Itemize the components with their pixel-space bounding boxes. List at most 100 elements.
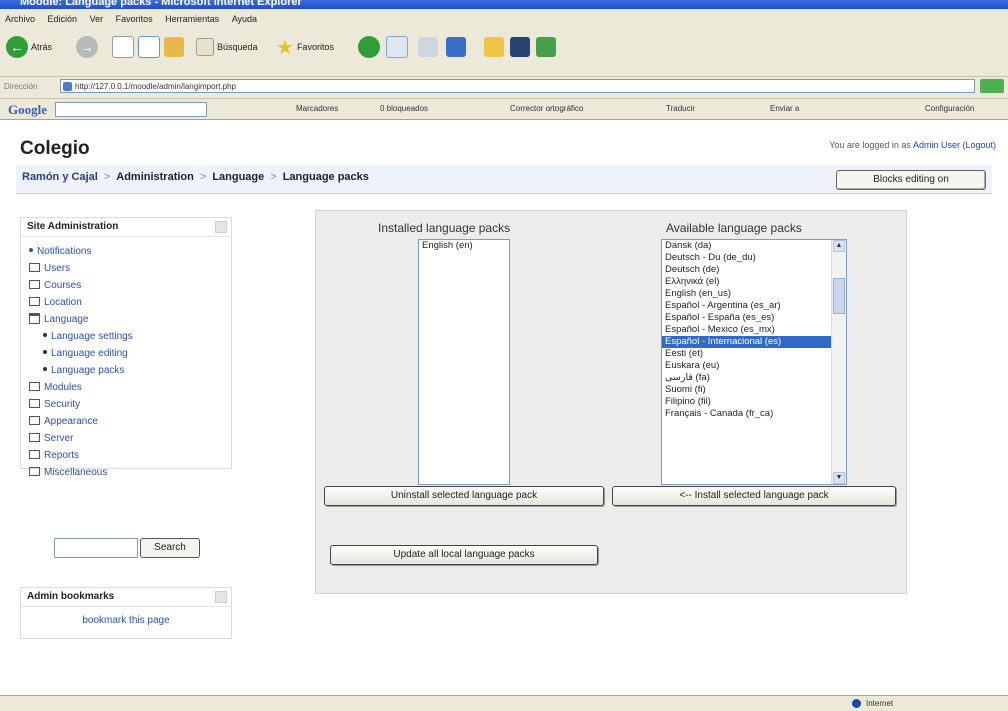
breadcrumb-language[interactable]: Language: [212, 171, 264, 183]
scroll-thumb[interactable]: [833, 278, 845, 314]
home-button[interactable]: [164, 33, 184, 61]
available-packs-list[interactable]: Dansk (da) Deutsch - Du (de_du) Deutsch …: [661, 239, 847, 485]
internet-zone-icon: [852, 699, 861, 708]
forward-button[interactable]: →: [76, 33, 98, 61]
google-spellcheck[interactable]: Corrector ortográfico: [510, 104, 583, 113]
available-pack-option[interactable]: فارسی (fa): [662, 372, 846, 384]
discuss-button[interactable]: [484, 33, 504, 61]
google-send-to[interactable]: Enviar a: [770, 104, 799, 113]
available-pack-option[interactable]: Deutsch (de): [662, 264, 846, 276]
admin-item-language-packs[interactable]: Language packs: [29, 362, 231, 379]
mail-icon: [386, 36, 408, 58]
available-pack-option[interactable]: Filipino (fil): [662, 396, 846, 408]
menu-ayuda[interactable]: Ayuda: [232, 14, 257, 24]
google-popups-blocked[interactable]: 0 bloqueados: [380, 104, 428, 113]
admin-search-input[interactable]: [54, 538, 138, 558]
update-language-packs-button[interactable]: Update all local language packs: [330, 545, 598, 565]
print-button[interactable]: [418, 33, 438, 61]
breadcrumb-administration[interactable]: Administration: [116, 171, 194, 183]
menu-herramientas[interactable]: Herramientas: [165, 14, 219, 24]
site-administration-header: Site Administration: [21, 218, 231, 237]
mail-button[interactable]: [386, 33, 408, 61]
installed-pack-option[interactable]: English (en): [419, 240, 509, 252]
available-pack-option[interactable]: Dansk (da): [662, 240, 846, 252]
refresh-icon: [138, 36, 160, 58]
available-pack-option[interactable]: Deutsch - Du (de_du): [662, 252, 846, 264]
menu-favoritos[interactable]: Favoritos: [116, 14, 153, 24]
menu-ver[interactable]: Ver: [90, 14, 104, 24]
stop-button[interactable]: [112, 33, 134, 61]
available-pack-option[interactable]: Euskara (eu): [662, 360, 846, 372]
breadcrumb-separator: >: [270, 171, 277, 183]
logout-link[interactable]: (Logout): [962, 140, 996, 150]
breadcrumb-language-packs: Language packs: [282, 171, 369, 183]
research-icon: [510, 37, 530, 57]
google-search-input[interactable]: [55, 102, 207, 117]
refresh-button[interactable]: [138, 33, 160, 61]
available-pack-option[interactable]: Suomi (fi): [662, 384, 846, 396]
available-pack-option[interactable]: English (en_us): [662, 288, 846, 300]
admin-item-language-settings[interactable]: Language settings: [29, 328, 231, 345]
admin-item-miscellaneous[interactable]: Miscellaneous: [29, 464, 231, 481]
block-hide-icon[interactable]: [215, 591, 227, 603]
available-packs-label: Available language packs: [666, 221, 802, 235]
user-link[interactable]: Admin User: [913, 140, 960, 150]
available-pack-option[interactable]: Ελληνικά (el): [662, 276, 846, 288]
scroll-down-icon[interactable]: ▼: [833, 472, 845, 484]
search-button[interactable]: Búsqueda: [196, 33, 258, 61]
install-language-pack-button[interactable]: <-- Install selected language pack: [612, 486, 896, 506]
google-translate[interactable]: Traducir: [666, 104, 695, 113]
folder-icon: [484, 37, 504, 57]
favorites-button[interactable]: ★ Favoritos: [276, 33, 334, 61]
menu-edicion[interactable]: Edición: [48, 14, 78, 24]
login-prefix: You are logged in as: [829, 140, 911, 150]
admin-item-security[interactable]: Security: [29, 396, 231, 413]
admin-item-modules[interactable]: Modules: [29, 379, 231, 396]
edit-button[interactable]: [446, 33, 466, 61]
bookmark-this-page-link[interactable]: bookmark this page: [21, 615, 231, 626]
admin-bookmarks-block: Admin bookmarks bookmark this page: [20, 587, 232, 639]
back-button[interactable]: ← Atrás: [6, 33, 52, 61]
available-pack-option-selected[interactable]: Español - Internacional (es): [662, 336, 846, 348]
address-input[interactable]: http://127.0.0.1/moodle/admin/langimport…: [60, 79, 975, 93]
admin-item-appearance[interactable]: Appearance: [29, 413, 231, 430]
available-pack-option[interactable]: Français - Canada (fr_ca): [662, 408, 846, 420]
admin-item-location[interactable]: Location: [29, 294, 231, 311]
admin-item-language[interactable]: Language: [29, 311, 231, 328]
messenger-icon: [536, 37, 556, 57]
admin-item-users[interactable]: Users: [29, 260, 231, 277]
uninstall-language-pack-button[interactable]: Uninstall selected language pack: [324, 486, 604, 506]
block-hide-icon[interactable]: [215, 221, 227, 233]
breadcrumb-home[interactable]: Ramón y Cajal: [22, 171, 98, 183]
folder-icon: [29, 279, 40, 289]
print-icon: [418, 37, 438, 57]
go-button[interactable]: [980, 79, 1004, 93]
available-pack-option[interactable]: Español - España (es_es): [662, 312, 846, 324]
available-packs-scrollbar[interactable]: ▲ ▼: [831, 240, 846, 484]
messenger-button[interactable]: [536, 33, 556, 61]
login-info: You are logged in as Admin User (Logout): [829, 140, 996, 150]
scroll-up-icon[interactable]: ▲: [833, 240, 845, 252]
available-pack-option[interactable]: Eesti (et): [662, 348, 846, 360]
admin-tree: Notifications Users Courses Location Lan…: [21, 237, 231, 481]
history-button[interactable]: [358, 33, 380, 61]
available-pack-option[interactable]: Español - Argentina (es_ar): [662, 300, 846, 312]
google-toolbar: Google Marcadores 0 bloqueados Corrector…: [0, 98, 1008, 120]
admin-item-server[interactable]: Server: [29, 430, 231, 447]
admin-item-reports[interactable]: Reports: [29, 447, 231, 464]
installed-packs-label: Installed language packs: [378, 221, 511, 235]
site-administration-title: Site Administration: [27, 221, 119, 232]
research-button[interactable]: [510, 33, 530, 61]
admin-search-button[interactable]: Search: [140, 538, 200, 558]
admin-item-language-editing[interactable]: Language editing: [29, 345, 231, 362]
available-pack-option[interactable]: Español - Mexico (es_mx): [662, 324, 846, 336]
star-icon: ★: [276, 36, 294, 59]
admin-item-notifications[interactable]: Notifications: [29, 243, 231, 260]
admin-item-courses[interactable]: Courses: [29, 277, 231, 294]
google-settings[interactable]: Configuración: [925, 104, 974, 113]
menu-archivo[interactable]: Archivo: [5, 14, 35, 24]
folder-icon: [29, 415, 40, 425]
google-bookmarks[interactable]: Marcadores: [296, 104, 338, 113]
blocks-editing-button[interactable]: Blocks editing on: [836, 170, 986, 190]
installed-packs-list[interactable]: English (en): [418, 239, 510, 485]
